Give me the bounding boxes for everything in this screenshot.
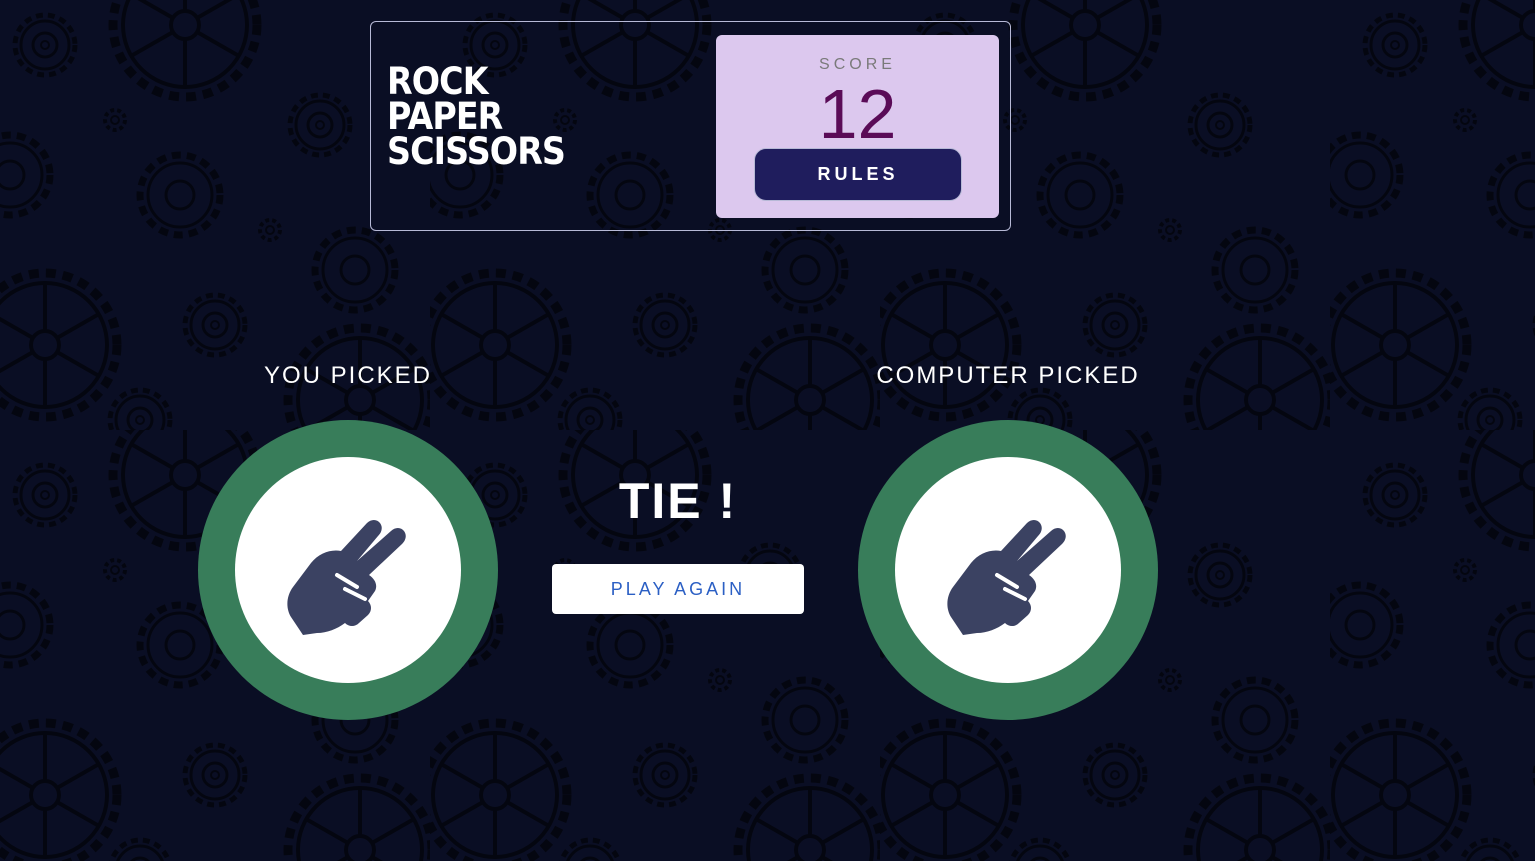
score-label: SCORE xyxy=(819,56,896,73)
computer-choice-token[interactable] xyxy=(858,420,1158,720)
score-box: SCORE 12 RULES xyxy=(716,35,999,218)
scissors-hand-icon xyxy=(947,520,1066,635)
header: ROCK PAPER SCISSORS SCORE 12 RULES xyxy=(370,21,1011,231)
score-value: 12 xyxy=(818,75,897,153)
player-choice-inner xyxy=(235,457,461,683)
computer-choice-inner xyxy=(895,457,1121,683)
computer-picked-label: COMPUTER PICKED xyxy=(876,362,1140,389)
play-again-button[interactable]: PLAY AGAIN xyxy=(552,564,804,614)
title-line-paper: PAPER xyxy=(387,95,503,138)
title-line-scissors: SCISSORS xyxy=(387,130,566,173)
scissors-hand-icon xyxy=(287,520,406,635)
title-line-rock: ROCK xyxy=(387,60,489,103)
game-title: ROCK PAPER SCISSORS xyxy=(387,60,566,173)
player-choice-token[interactable] xyxy=(198,420,498,720)
result-text: TIE ! xyxy=(618,473,738,529)
you-picked-label: YOU PICKED xyxy=(263,362,433,389)
rules-button[interactable]: RULES xyxy=(754,148,962,201)
